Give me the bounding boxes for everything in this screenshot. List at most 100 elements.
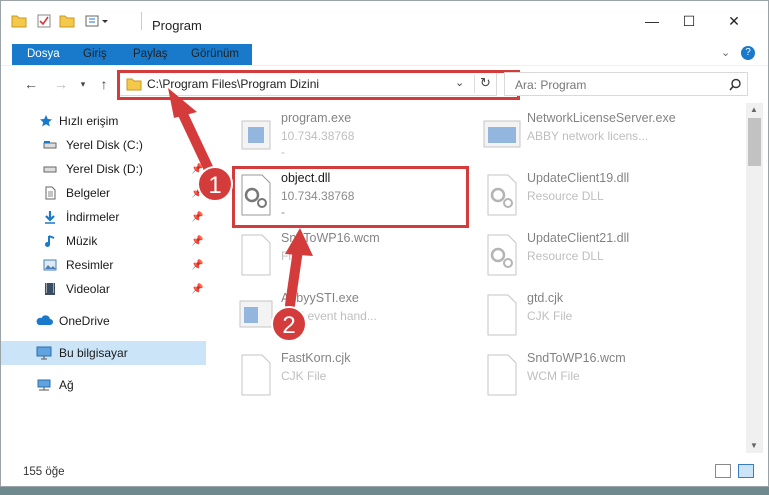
sidebar-item-label: Belgeler: [66, 186, 111, 200]
file-name: SndToWP16.wcm: [281, 231, 380, 245]
file-type: WCM File: [527, 369, 580, 383]
sidebar-item-local-disk-d[interactable]: Yerel Disk (D:) 📌: [1, 157, 206, 181]
refresh-icon[interactable]: ↻: [474, 75, 496, 93]
folder-icon: [126, 78, 142, 91]
back-button[interactable]: ←: [21, 74, 41, 94]
sidebar-item-label: Yerel Disk (D:): [66, 162, 143, 176]
pictures-icon: [43, 259, 57, 271]
file-icon: [487, 354, 517, 396]
file-version: 10.734.38768: [281, 189, 355, 203]
maximize-button[interactable]: ☐: [669, 10, 709, 32]
vertical-scrollbar[interactable]: ▲ ▼: [746, 103, 763, 453]
callout-1: 1: [197, 166, 233, 202]
file-description: ABBY network licens...: [527, 129, 649, 143]
scrollbar-thumb[interactable]: [748, 118, 761, 166]
pin-icon[interactable]: 📌: [191, 236, 203, 247]
file-item[interactable]: FastKorn.cjk CJK File: [206, 347, 446, 403]
file-type: CJK File: [281, 369, 327, 383]
sidebar-item-network[interactable]: Ağ: [1, 373, 206, 397]
drive-icon: [43, 166, 57, 173]
sidebar-item-downloads[interactable]: İndirmeler 📌: [1, 205, 206, 229]
forward-button[interactable]: →: [51, 74, 71, 94]
address-bar[interactable]: C:\Program Files\Program Dizini ⌄ ↻: [119, 72, 497, 96]
file-item[interactable]: gtd.cjk CJK File: [452, 287, 692, 343]
pin-icon[interactable]: 📌: [191, 284, 203, 295]
file-type: File: [281, 249, 301, 263]
video-icon: [45, 283, 55, 295]
address-path[interactable]: C:\Program Files\Program Dizini: [147, 77, 319, 91]
window-title: Program: [152, 18, 202, 33]
computer-icon: [36, 346, 52, 360]
dll-icon: [241, 174, 271, 216]
file-item[interactable]: SndToWP16.wcm WCM File: [452, 347, 692, 403]
search-placeholder: Ara: Program: [515, 78, 587, 92]
sidebar-item-label: Bu bilgisayar: [59, 346, 128, 360]
ribbon-expand-icon[interactable]: ⌄: [721, 46, 730, 59]
tab-share[interactable]: Paylaş: [123, 44, 178, 65]
file-item[interactable]: AbbyySTI.exe Y sti event hand...: [206, 287, 446, 343]
search-icon[interactable]: [729, 78, 742, 91]
details-view-icon[interactable]: [715, 464, 731, 478]
file-list: program.exe 10.734.38768 - NetworkLicens…: [206, 103, 746, 453]
title-bar: Program — ☐ ✕: [1, 1, 768, 41]
tab-view[interactable]: Görünüm: [181, 44, 249, 65]
status-bar: 155 öğe: [1, 456, 768, 486]
tab-home[interactable]: Giriş: [73, 44, 117, 65]
music-icon: [45, 235, 55, 247]
file-item[interactable]: UpdateClient21.dll Resource DLL: [452, 227, 692, 283]
exe-icon: [241, 120, 271, 150]
sidebar-item-label: Videolar: [66, 282, 110, 296]
sidebar-item-videos[interactable]: Videolar 📌: [1, 277, 206, 301]
file-item[interactable]: program.exe 10.734.38768 -: [206, 107, 446, 163]
tiles-view-icon[interactable]: [738, 464, 754, 478]
sidebar-item-label: Ağ: [59, 378, 74, 392]
sidebar-item-label: Yerel Disk (C:): [66, 138, 143, 152]
file-item-object-dll[interactable]: object.dll 10.734.38768 -: [206, 167, 446, 223]
file-version: 10.734.38768: [281, 129, 355, 143]
pin-icon[interactable]: 📌: [191, 260, 203, 271]
pin-icon[interactable]: 📌: [191, 212, 203, 223]
scroll-down-icon[interactable]: ▼: [750, 441, 758, 450]
drive-icon: [43, 141, 57, 149]
file-name: program.exe: [281, 111, 352, 125]
sidebar-item-label: Resimler: [66, 258, 114, 272]
search-input[interactable]: Ara: Program: [504, 72, 748, 96]
callout-2: 2: [271, 306, 307, 342]
file-type: CJK File: [527, 309, 573, 323]
new-folder-icon[interactable]: [59, 12, 75, 30]
exe-icon: [239, 300, 273, 328]
exe-icon: [483, 120, 521, 148]
file-name: UpdateClient21.dll: [527, 231, 630, 245]
sidebar-item-local-disk-c[interactable]: Yerel Disk (C:): [1, 133, 206, 157]
file-icon: [241, 234, 271, 276]
file-icon: [487, 294, 517, 336]
minimize-button[interactable]: —: [632, 10, 672, 32]
file-item[interactable]: NetworkLicenseServer.exe ABBY network li…: [452, 107, 692, 163]
up-button[interactable]: ↑: [94, 74, 114, 94]
file-detail: -: [281, 145, 285, 159]
explorer-window: Program — ☐ ✕ Dosya Giriş Paylaş Görünüm…: [0, 0, 769, 487]
file-item[interactable]: UpdateClient19.dll Resource DLL: [452, 167, 692, 223]
scroll-up-icon[interactable]: ▲: [750, 105, 758, 114]
sidebar-item-label: Hızlı erişim: [59, 114, 119, 128]
close-button[interactable]: ✕: [714, 10, 754, 32]
address-dropdown-icon[interactable]: ⌄: [455, 76, 464, 89]
navigation-pane: Hızlı erişim Yerel Disk (C:) Yerel Disk …: [1, 103, 206, 453]
sidebar-item-label: İndirmeler: [66, 210, 120, 224]
customize-icon[interactable]: [84, 12, 110, 30]
file-name: NetworkLicenseServer.exe: [527, 111, 676, 125]
help-icon[interactable]: ?: [741, 46, 755, 60]
download-icon: [45, 211, 55, 224]
properties-icon[interactable]: [36, 12, 52, 30]
document-icon: [45, 186, 56, 200]
sidebar-item-pictures[interactable]: Resimler 📌: [1, 253, 206, 277]
sidebar-item-music[interactable]: Müzik 📌: [1, 229, 206, 253]
file-item[interactable]: SndToWP16.wcm File: [206, 227, 446, 283]
recent-locations-button[interactable]: ▾: [73, 74, 93, 94]
sidebar-item-onedrive[interactable]: OneDrive: [1, 309, 206, 333]
sidebar-item-documents[interactable]: Belgeler 📌: [1, 181, 206, 205]
sidebar-item-this-pc[interactable]: Bu bilgisayar: [1, 341, 206, 365]
sidebar-item-quick-access[interactable]: Hızlı erişim: [1, 109, 206, 133]
file-type: Resource DLL: [527, 189, 604, 203]
file-name: UpdateClient19.dll: [527, 171, 630, 185]
